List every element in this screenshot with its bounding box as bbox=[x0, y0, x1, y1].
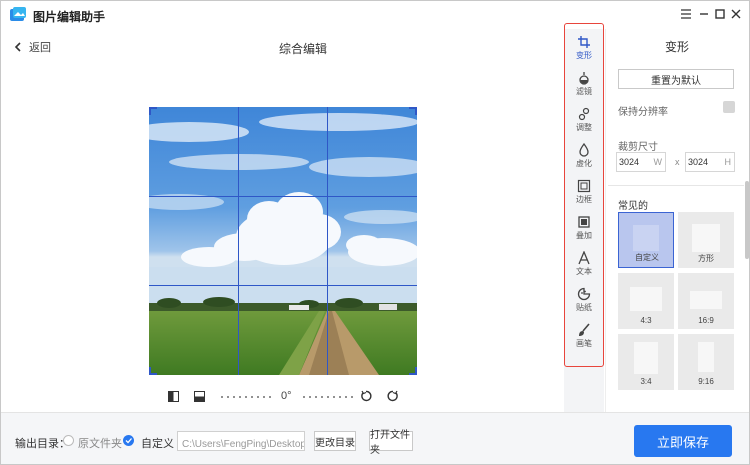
keep-resolution-label: 保持分辨率 bbox=[618, 107, 668, 118]
tool-label: 调整 bbox=[576, 123, 592, 132]
crop-height-input[interactable]: 3024 H bbox=[685, 152, 735, 172]
blur-drop-icon bbox=[579, 143, 589, 157]
crop-grid-line bbox=[149, 196, 417, 197]
change-directory-button[interactable]: 更改目录 bbox=[314, 431, 356, 451]
tool-label: 画笔 bbox=[576, 339, 592, 348]
crop-handle-top-left[interactable] bbox=[149, 107, 157, 115]
tool-filter[interactable]: 滤镜 bbox=[564, 69, 604, 103]
ratio-shape bbox=[690, 291, 722, 309]
ratio-label: 16:9 bbox=[698, 316, 714, 325]
text-icon bbox=[578, 251, 590, 265]
ratio-16-9[interactable]: 16:9 bbox=[678, 273, 734, 329]
border-icon bbox=[577, 179, 591, 193]
width-unit: W bbox=[653, 157, 663, 167]
ratio-label: 方形 bbox=[698, 254, 714, 263]
chevron-left-icon bbox=[14, 42, 21, 52]
ratio-shape bbox=[630, 287, 662, 311]
ratio-shape bbox=[698, 342, 714, 372]
sticker-icon bbox=[577, 287, 591, 301]
panel-title: 变形 bbox=[665, 40, 690, 54]
adjust-icon bbox=[578, 107, 590, 121]
custom-folder-radio[interactable] bbox=[123, 435, 134, 446]
save-now-button[interactable]: 立即保存 bbox=[634, 425, 732, 457]
crop-grid-line bbox=[327, 107, 328, 375]
tool-label: 滤镜 bbox=[576, 87, 592, 96]
crop-icon bbox=[578, 36, 590, 48]
tool-label: 边框 bbox=[576, 195, 592, 204]
rotation-slider-right[interactable] bbox=[301, 396, 353, 398]
ratio-custom[interactable]: 自定义 bbox=[618, 212, 674, 268]
crop-handle-bottom-right[interactable] bbox=[409, 367, 417, 375]
crop-grid-line bbox=[149, 285, 417, 286]
ratio-shape bbox=[634, 342, 658, 374]
tool-label: 贴纸 bbox=[576, 303, 592, 312]
reset-default-button[interactable]: 重置为默认 bbox=[618, 69, 734, 89]
panel-divider bbox=[608, 185, 744, 186]
output-dir-label: 输出目录： bbox=[15, 438, 70, 450]
overlay-icon bbox=[578, 216, 590, 228]
ratio-square[interactable]: 方形 bbox=[678, 212, 734, 268]
brush-icon bbox=[579, 323, 590, 336]
crop-grid-line bbox=[238, 107, 239, 375]
rotate-right-icon[interactable] bbox=[387, 390, 399, 402]
app-window: 图片编辑助手 返回 综合编辑 0° 变形 滤镜 调整 虚化 边框 叠加 文本 贴… bbox=[0, 0, 750, 465]
crop-handle-bottom-left[interactable] bbox=[149, 367, 157, 375]
filter-icon bbox=[579, 72, 589, 85]
crop-size-label: 裁剪尺寸 bbox=[618, 142, 658, 153]
title-bar: 图片编辑助手 bbox=[1, 1, 749, 29]
times-sign: x bbox=[675, 157, 680, 167]
ratio-4-3[interactable]: 4:3 bbox=[618, 273, 674, 329]
tool-sticker[interactable]: 贴纸 bbox=[564, 285, 604, 319]
app-logo-icon bbox=[10, 7, 26, 21]
tool-border[interactable]: 边框 bbox=[564, 177, 604, 211]
tool-text[interactable]: 文本 bbox=[564, 249, 604, 283]
output-footer: 输出目录： 原文件夹 自定义 C:\Users\FengPing\Desktop… bbox=[1, 412, 749, 464]
page-title: 综合编辑 bbox=[279, 42, 328, 56]
crop-width-input[interactable]: 3024 W bbox=[616, 152, 666, 172]
close-icon[interactable] bbox=[727, 5, 745, 23]
original-folder-radio[interactable] bbox=[63, 435, 74, 446]
rotation-value: 0° bbox=[281, 390, 292, 402]
rotate-left-icon[interactable] bbox=[360, 390, 372, 402]
ratio-label: 9:16 bbox=[698, 377, 714, 386]
ratio-label: 自定义 bbox=[635, 253, 659, 262]
crop-handle-top-right[interactable] bbox=[409, 107, 417, 115]
ratio-label: 4:3 bbox=[640, 316, 652, 325]
landscape-photo bbox=[149, 107, 417, 375]
check-icon bbox=[125, 438, 132, 444]
crop-width-value: 3024 bbox=[619, 157, 640, 167]
height-unit: H bbox=[724, 157, 732, 167]
tool-label: 叠加 bbox=[576, 231, 592, 240]
edit-image[interactable] bbox=[149, 107, 417, 375]
tool-overlay[interactable]: 叠加 bbox=[564, 213, 604, 247]
back-label: 返回 bbox=[29, 42, 51, 54]
flip-vertical-icon[interactable] bbox=[194, 391, 205, 402]
flip-horizontal-icon[interactable] bbox=[168, 391, 179, 402]
rotation-slider-left[interactable] bbox=[219, 396, 273, 398]
tool-label: 变形 bbox=[576, 51, 592, 60]
back-button[interactable]: 返回 bbox=[13, 39, 51, 55]
original-folder-label: 原文件夹 bbox=[78, 438, 122, 450]
app-title: 图片编辑助手 bbox=[33, 10, 106, 24]
custom-folder-label: 自定义 bbox=[141, 438, 174, 450]
ratio-shape bbox=[692, 224, 720, 252]
tool-label: 文本 bbox=[576, 267, 592, 276]
tool-blur[interactable]: 虚化 bbox=[564, 141, 604, 175]
crop-height-value: 3024 bbox=[688, 157, 709, 167]
tool-crop[interactable]: 变形 bbox=[564, 33, 604, 67]
ratio-3-4[interactable]: 3:4 bbox=[618, 334, 674, 390]
common-ratios-label: 常见的 bbox=[618, 201, 648, 212]
open-folder-button[interactable]: 打开文件夹 bbox=[369, 430, 413, 456]
ratio-label: 3:4 bbox=[640, 377, 652, 386]
panel-scrollbar[interactable] bbox=[745, 181, 749, 259]
keep-resolution-toggle[interactable] bbox=[723, 101, 735, 113]
output-path-field[interactable]: C:\Users\FengPing\Desktop\图片 bbox=[177, 431, 305, 451]
tool-adjust[interactable]: 调整 bbox=[564, 105, 604, 139]
tool-brush[interactable]: 画笔 bbox=[564, 321, 604, 355]
menu-icon[interactable] bbox=[677, 5, 695, 23]
tool-label: 虚化 bbox=[576, 159, 592, 168]
ratio-9-16[interactable]: 9:16 bbox=[678, 334, 734, 390]
ratio-shape bbox=[633, 225, 659, 251]
